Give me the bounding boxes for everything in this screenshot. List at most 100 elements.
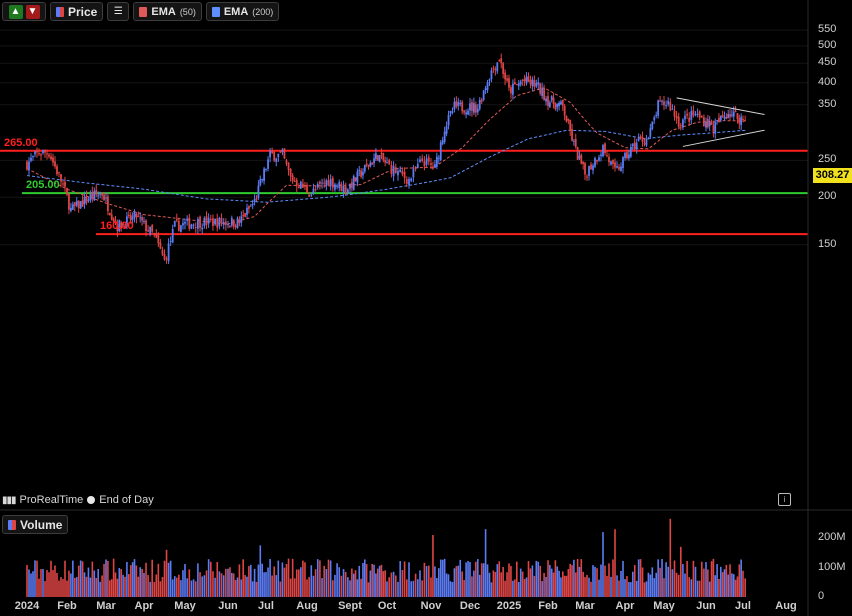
level-label: 160.00: [100, 220, 134, 233]
volume-bar: [188, 569, 191, 597]
volume-bar: [360, 578, 362, 597]
volume-bar: [352, 573, 355, 597]
panel-toggle-button[interactable]: i: [778, 493, 791, 506]
volume-bar: [250, 564, 252, 597]
volume-bar: [738, 564, 741, 597]
volume-bar: [163, 560, 166, 597]
volume-bar: [210, 561, 212, 597]
candle-body: [103, 194, 105, 201]
candle-body: [586, 176, 588, 178]
time-tick-label: Jun: [696, 600, 716, 612]
volume-bar: [291, 558, 294, 597]
grid: [0, 29, 808, 246]
candle-body: [742, 119, 744, 121]
candle-body: [414, 166, 417, 169]
candle-body: [81, 200, 84, 207]
candle-body: [469, 103, 471, 111]
candle-body: [248, 206, 250, 209]
candle-body: [736, 113, 739, 119]
volume-bar: [477, 559, 479, 597]
volume-bar: [506, 572, 508, 597]
candle-body: [663, 101, 665, 106]
ema50-button[interactable]: EMA (50): [133, 2, 202, 21]
candle-body: [706, 119, 709, 128]
ema50-line: [26, 87, 746, 225]
volume-bar: [70, 573, 72, 597]
list-button[interactable]: ☰: [107, 2, 130, 21]
candle-body: [421, 158, 424, 161]
candle-body: [531, 79, 534, 87]
candle-body: [517, 83, 520, 87]
candle-body: [578, 156, 581, 159]
price-label: Price: [68, 4, 98, 19]
volume-bar: [358, 565, 361, 597]
candle-body: [101, 193, 103, 196]
volume-bar: [77, 565, 80, 597]
volume-bar: [628, 582, 630, 597]
volume-tick-label: 0: [818, 590, 825, 602]
candle-body: [48, 154, 50, 157]
candle-body: [455, 101, 458, 107]
candle-body: [405, 179, 408, 184]
candle-body: [83, 196, 86, 205]
volume-bar: [616, 575, 618, 597]
volume-bar: [283, 567, 286, 597]
price-button[interactable]: Price: [50, 2, 104, 21]
volume-bar: [277, 560, 280, 597]
volume-bar: [203, 575, 206, 597]
candle-body: [133, 211, 136, 217]
volume-bar: [734, 579, 737, 597]
ema200-path: [26, 129, 746, 203]
volume-button[interactable]: Volume: [2, 515, 69, 534]
volume-bar: [504, 580, 506, 597]
volume-bar: [116, 578, 119, 597]
price-tick-label: 400: [818, 75, 837, 88]
candle-body: [289, 168, 292, 177]
candle-body: [169, 240, 172, 242]
volume-bar: [488, 572, 491, 597]
candle-body: [42, 149, 44, 154]
volume-bar: [314, 569, 317, 597]
candle-body: [38, 153, 40, 155]
volume-bar: [519, 568, 522, 597]
candle-body: [349, 183, 351, 189]
volume-bar: [251, 581, 254, 597]
candle-body: [91, 192, 94, 199]
volume-bar: [182, 570, 184, 597]
candle-body: [325, 180, 328, 186]
volume-bar: [169, 560, 172, 597]
candle-body: [606, 155, 608, 157]
volume-bar: [32, 571, 34, 597]
volume-bar: [556, 566, 559, 597]
candle-body: [240, 216, 243, 223]
arrows-button[interactable]: ▲ ▼: [2, 2, 46, 21]
candle-body: [58, 172, 60, 174]
volume-bars: [26, 518, 746, 597]
data-source-info: ▮▮▮ ProRealTime End of Day: [2, 494, 154, 506]
candle-body: [716, 120, 718, 122]
candle-body: [283, 148, 286, 159]
candle-body: [105, 197, 107, 199]
volume-tick-label: 100M: [818, 560, 846, 573]
ema50-period: (50): [179, 6, 196, 17]
volume-bar: [365, 564, 368, 597]
volume-bar: [610, 576, 612, 597]
volume-bar: [351, 568, 353, 597]
volume-bar: [552, 572, 555, 597]
volume-bar: [602, 532, 604, 597]
volume-bar: [560, 577, 562, 597]
candle-body: [173, 220, 176, 227]
candle-body: [145, 220, 147, 232]
volume-bar: [612, 559, 614, 597]
volume-bar: [680, 546, 682, 597]
candle-body: [453, 101, 456, 110]
volume-bar: [667, 566, 669, 597]
volume-bar: [630, 582, 632, 597]
ema200-button[interactable]: EMA (200): [205, 2, 280, 21]
volume-bar: [101, 575, 103, 597]
chart-canvas[interactable]: [0, 0, 852, 616]
candle-body: [624, 152, 626, 158]
volume-bar: [419, 570, 421, 597]
volume-bar: [231, 572, 233, 597]
candle-body: [677, 116, 680, 127]
